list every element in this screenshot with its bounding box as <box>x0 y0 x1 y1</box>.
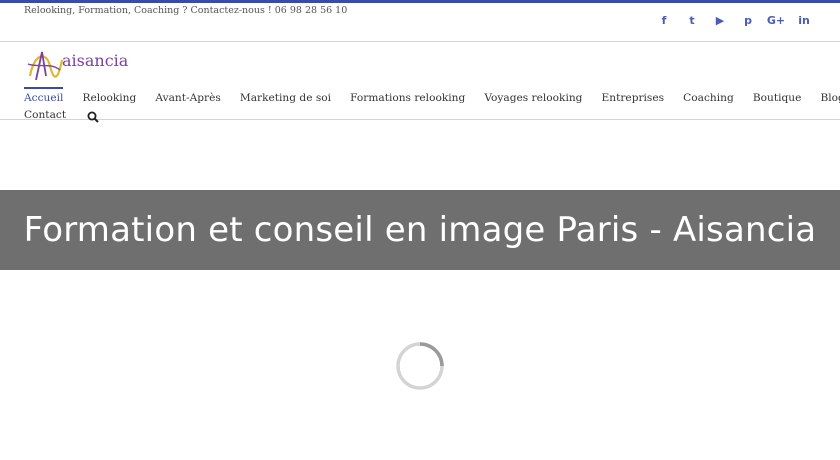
logo-text: aisancia <box>62 51 129 70</box>
youtube-icon[interactable]: ▶ <box>706 12 734 28</box>
page-title: Formation et conseil en image Paris - Ai… <box>23 210 817 250</box>
social-links: f t ▶ p G+ in <box>650 12 818 28</box>
tagline: Relooking, Formation, Coaching ? Contact… <box>24 5 348 16</box>
nav-item-voyages-relooking[interactable]: Voyages relooking <box>484 89 582 107</box>
nav-item-contact[interactable]: Contact <box>24 106 66 124</box>
nav-item-formations-relooking[interactable]: Formations relooking <box>350 89 465 107</box>
logo-mark-icon <box>27 51 64 81</box>
site-header: aisancia Accueil Relooking Avant-Après M… <box>0 42 840 123</box>
loading-spinner-icon <box>396 342 444 390</box>
pinterest-icon[interactable]: p <box>734 12 762 28</box>
nav-item-boutique[interactable]: Boutique <box>753 89 802 107</box>
linkedin-icon[interactable]: in <box>790 12 818 28</box>
nav-item-avant-apres[interactable]: Avant-Après <box>155 89 220 107</box>
facebook-icon[interactable]: f <box>650 12 678 28</box>
nav-item-blog[interactable]: Blog <box>820 89 840 107</box>
top-bar: Relooking, Formation, Coaching ? Contact… <box>0 0 840 42</box>
site-logo[interactable]: aisancia <box>24 46 128 84</box>
nav-item-entreprises[interactable]: Entreprises <box>602 89 665 107</box>
search-icon[interactable] <box>87 108 99 123</box>
nav-item-coaching[interactable]: Coaching <box>683 89 734 107</box>
title-banner: Formation et conseil en image Paris - Ai… <box>0 190 840 270</box>
twitter-icon[interactable]: t <box>678 12 706 28</box>
google-plus-icon[interactable]: G+ <box>762 12 790 28</box>
nav-item-marketing-de-soi[interactable]: Marketing de soi <box>240 89 331 107</box>
